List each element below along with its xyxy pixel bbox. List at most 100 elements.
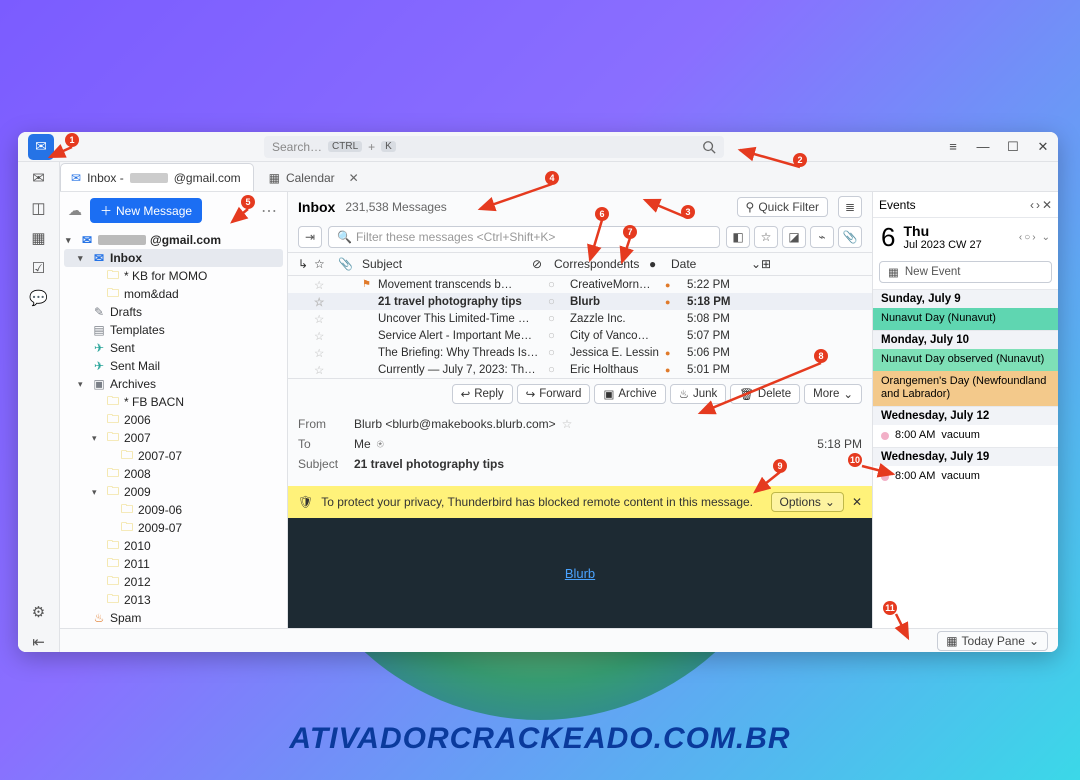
read-dot-icon[interactable]: ● bbox=[665, 348, 687, 358]
spam-dot-icon[interactable]: ○ bbox=[548, 313, 570, 325]
folder-row[interactable]: 🗀2006 bbox=[64, 411, 283, 429]
message-row[interactable]: ☆Uncover This Limited-Time …○Zazzle Inc.… bbox=[288, 310, 872, 327]
message-row[interactable]: ☆The Briefing: Why Threads Is…○Jessica E… bbox=[288, 344, 872, 361]
star-icon[interactable]: ☆ bbox=[314, 363, 338, 377]
spaces-tasks-icon[interactable]: ☑ bbox=[29, 258, 49, 278]
filter-tags-button[interactable]: ⌁ bbox=[810, 226, 834, 248]
event-item[interactable]: Nunavut Day observed (Nunavut) bbox=[873, 349, 1058, 371]
folder-row[interactable]: ✎Drafts bbox=[64, 303, 283, 321]
next-icon[interactable]: › bbox=[1036, 198, 1040, 212]
read-dot-icon[interactable]: ● bbox=[665, 365, 687, 375]
folder-row[interactable]: ♨Spam bbox=[64, 609, 283, 627]
new-event-button[interactable]: ▦ New Event bbox=[879, 261, 1052, 283]
archive-button[interactable]: ▣Archive bbox=[594, 384, 665, 404]
prev-icon[interactable]: ‹ bbox=[1030, 198, 1034, 212]
star-icon[interactable]: ☆ bbox=[314, 346, 338, 360]
event-item[interactable]: 8:00 AM vacuum bbox=[873, 425, 1058, 447]
close-icon[interactable]: ✕ bbox=[852, 495, 862, 509]
message-row[interactable]: ☆21 travel photography tips○Blurb●5:18 P… bbox=[288, 293, 872, 310]
folder-row[interactable]: ▾✉Inbox bbox=[64, 249, 283, 267]
star-icon[interactable]: ☆ bbox=[314, 295, 338, 309]
folder-row[interactable]: 🗀2009-06 bbox=[64, 501, 283, 519]
spaces-calendar-icon[interactable]: ▦ bbox=[29, 228, 49, 248]
event-item[interactable]: 8:00 AM vacuum bbox=[873, 466, 1058, 488]
hamburger-menu-button[interactable]: ≡ bbox=[938, 132, 968, 162]
col-date[interactable]: Date⌄ bbox=[671, 257, 761, 271]
folder-row[interactable]: 🗀2008 bbox=[64, 465, 283, 483]
star-icon[interactable]: ☆ bbox=[314, 278, 338, 292]
spam-dot-icon[interactable]: ○ bbox=[548, 296, 570, 308]
folder-row[interactable]: ▾🗀2009 bbox=[64, 483, 283, 501]
col-thread[interactable]: ↳ bbox=[298, 257, 314, 271]
message-row[interactable]: ☆⚑Movement transcends b…○CreativeMorn…●5… bbox=[288, 276, 872, 293]
chevron-down-icon[interactable]: ⌄ bbox=[1042, 232, 1050, 243]
spam-dot-icon[interactable]: ○ bbox=[548, 330, 570, 342]
spaces-chat-icon[interactable]: 💬 bbox=[29, 288, 49, 308]
folder-row[interactable]: 🗀2011 bbox=[64, 555, 283, 573]
star-icon[interactable]: ☆ bbox=[314, 312, 338, 326]
message-filter-input[interactable]: 🔍 Filter these messages <Ctrl+Shift+K> bbox=[328, 226, 720, 248]
display-options-button[interactable]: ≣ bbox=[838, 196, 862, 218]
junk-button[interactable]: ♨Junk bbox=[670, 384, 727, 404]
message-body-link[interactable]: Blurb bbox=[565, 566, 595, 581]
read-dot-icon[interactable]: ● bbox=[665, 297, 687, 307]
global-search-input[interactable]: Search… CTRL + K bbox=[264, 136, 724, 158]
next-day-icon[interactable]: › bbox=[1032, 232, 1035, 243]
folder-row[interactable]: 🗀* FB BACN bbox=[64, 393, 283, 411]
folder-row[interactable]: ▾🗀2007 bbox=[64, 429, 283, 447]
date-selector[interactable]: 6 Thu Jul 2023 CW 27 ‹ ○ › ⌄ bbox=[873, 218, 1058, 257]
twisty-icon[interactable]: ▾ bbox=[78, 253, 88, 264]
close-button[interactable]: ✕ bbox=[1028, 132, 1058, 162]
more-button[interactable]: More⌄ bbox=[804, 384, 862, 404]
col-correspondents[interactable]: Correspondents bbox=[554, 257, 649, 271]
new-message-button[interactable]: ＋ New Message bbox=[90, 198, 202, 223]
folder-pane-more-icon[interactable]: ⋯ bbox=[261, 201, 279, 221]
folder-row[interactable]: 🗀mom&dad bbox=[64, 285, 283, 303]
forward-button[interactable]: ↪Forward bbox=[517, 384, 591, 404]
spaces-addressbook-icon[interactable]: ◫ bbox=[29, 198, 49, 218]
event-item[interactable]: Orangemen's Day (Newfoundland and Labrad… bbox=[873, 371, 1058, 407]
col-spam[interactable]: ⊘ bbox=[532, 257, 554, 271]
folder-row[interactable]: ▾▣Archives bbox=[64, 375, 283, 393]
filter-attachment-button[interactable]: 📎 bbox=[838, 226, 862, 248]
event-item[interactable]: Nunavut Day (Nunavut) bbox=[873, 308, 1058, 330]
folder-row[interactable]: 🗀2013 bbox=[64, 591, 283, 609]
contact-icon[interactable]: ⍟ bbox=[377, 437, 384, 452]
twisty-icon[interactable]: ▾ bbox=[92, 433, 102, 444]
folder-row[interactable]: 🗀2009-07 bbox=[64, 519, 283, 537]
display-options-icon[interactable]: ☁ bbox=[68, 202, 82, 219]
star-icon[interactable]: ☆ bbox=[314, 329, 338, 343]
star-icon[interactable]: ☆ bbox=[562, 417, 573, 431]
filter-unread-button[interactable]: ◧ bbox=[726, 226, 750, 248]
folder-row[interactable]: ✈Sent bbox=[64, 339, 283, 357]
twisty-icon[interactable]: ▾ bbox=[78, 379, 88, 390]
today-circle-icon[interactable]: ○ bbox=[1024, 232, 1030, 243]
read-dot-icon[interactable]: ● bbox=[665, 280, 687, 290]
column-picker-icon[interactable]: ⊞ bbox=[761, 257, 781, 271]
twisty-icon[interactable]: ▾ bbox=[66, 235, 76, 246]
spaces-mail-icon[interactable]: ✉ bbox=[29, 168, 49, 188]
tab-close-icon[interactable]: ✕ bbox=[349, 171, 359, 185]
message-row[interactable]: ☆Service Alert - Important Me…○City of V… bbox=[288, 327, 872, 344]
col-subject[interactable]: Subject bbox=[362, 257, 532, 271]
prev-day-icon[interactable]: ‹ bbox=[1019, 232, 1022, 243]
folder-row[interactable]: ✈Sent Mail bbox=[64, 357, 283, 375]
delete-button[interactable]: 🗑Delete bbox=[730, 384, 800, 404]
account-row[interactable]: ▾ ✉ @gmail.com bbox=[64, 231, 283, 249]
keep-filters-toggle[interactable]: ⇥ bbox=[298, 226, 322, 248]
maximize-button[interactable]: ☐ bbox=[998, 132, 1028, 162]
spam-dot-icon[interactable]: ○ bbox=[548, 279, 570, 291]
quick-filter-button[interactable]: ⚲ Quick Filter bbox=[737, 197, 828, 217]
close-events-icon[interactable]: ✕ bbox=[1042, 198, 1052, 212]
reply-button[interactable]: ↩Reply bbox=[452, 384, 513, 404]
col-read[interactable]: ● bbox=[649, 257, 671, 271]
folder-row[interactable]: 🗀* KB for MOMO bbox=[64, 267, 283, 285]
folder-row[interactable]: 🗀2012 bbox=[64, 573, 283, 591]
folder-row[interactable]: ▤Templates bbox=[64, 321, 283, 339]
tab-calendar[interactable]: ▦ Calendar ✕ bbox=[258, 163, 372, 191]
spam-dot-icon[interactable]: ○ bbox=[548, 364, 570, 376]
twisty-icon[interactable]: ▾ bbox=[92, 487, 102, 498]
col-attachment[interactable]: 📎 bbox=[338, 257, 362, 271]
tab-inbox[interactable]: ✉ Inbox - @gmail.com bbox=[60, 163, 254, 191]
filter-starred-button[interactable]: ☆ bbox=[754, 226, 778, 248]
